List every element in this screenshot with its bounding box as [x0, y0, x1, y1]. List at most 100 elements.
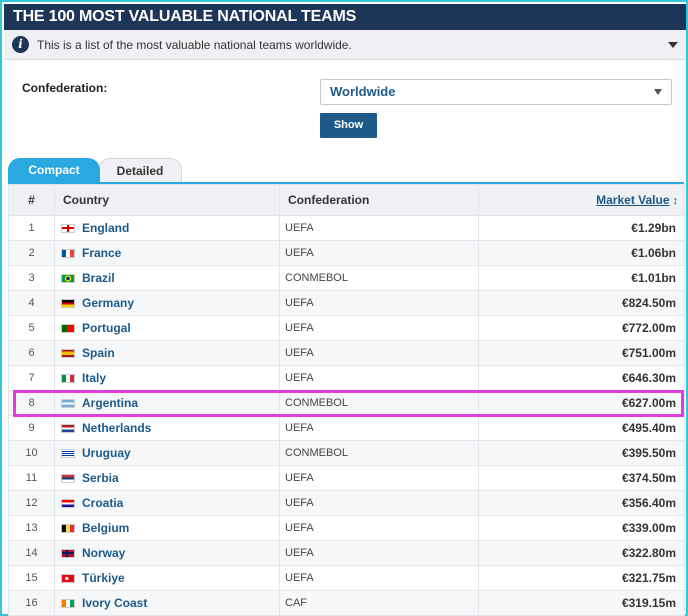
- table-row[interactable]: 6 Spain UEFA €751.00m: [8, 340, 685, 366]
- table-row[interactable]: 8 Argentina CONMEBOL €627.00m: [8, 390, 685, 416]
- table-row[interactable]: 4 Germany UEFA €824.50m: [8, 290, 685, 316]
- country-link[interactable]: Ivory Coast: [82, 596, 147, 610]
- country-link[interactable]: Norway: [82, 546, 125, 560]
- confederation-label: Confederation:: [22, 81, 108, 95]
- info-bar[interactable]: i This is a list of the most valuable na…: [4, 30, 686, 60]
- flag-icon: [61, 298, 75, 308]
- row-country[interactable]: Spain: [54, 340, 280, 366]
- country-link[interactable]: Portugal: [82, 321, 131, 335]
- row-confederation: CONMEBOL: [279, 390, 479, 416]
- country-link[interactable]: Türkiye: [82, 571, 125, 585]
- row-rank: 15: [8, 565, 55, 591]
- flag-icon: [61, 473, 75, 483]
- flag-icon: [61, 398, 75, 408]
- row-rank: 14: [8, 540, 55, 566]
- row-country[interactable]: Italy: [54, 365, 280, 391]
- row-country[interactable]: Serbia: [54, 465, 280, 491]
- row-country[interactable]: Brazil: [54, 265, 280, 291]
- country-link[interactable]: Serbia: [82, 471, 119, 485]
- sort-icon[interactable]: ↕: [673, 195, 679, 207]
- table-row[interactable]: 11 Serbia UEFA €374.50m: [8, 465, 685, 491]
- table-row[interactable]: 16 Ivory Coast CAF €319.15m: [8, 590, 685, 616]
- table-body: 1 England UEFA €1.29bn 2 France UEFA €1.06bn 3 Br…: [8, 215, 685, 616]
- row-country[interactable]: France: [54, 240, 280, 266]
- chevron-down-icon[interactable]: [668, 42, 678, 48]
- country-link[interactable]: France: [82, 246, 121, 260]
- table-row[interactable]: 3 Brazil CONMEBOL €1.01bn: [8, 265, 685, 291]
- table-row[interactable]: 12 Croatia UEFA €356.40m: [8, 490, 685, 516]
- table-header-row: # Country Confederation Market Value ↕: [8, 184, 685, 216]
- header-rank: #: [8, 184, 55, 216]
- flag-icon: [61, 573, 75, 583]
- row-confederation: UEFA: [279, 315, 479, 341]
- sort-market-value-link[interactable]: Market Value: [596, 193, 669, 207]
- flag-icon: [61, 273, 75, 283]
- country-link[interactable]: Germany: [82, 296, 134, 310]
- tab-compact[interactable]: Compact: [8, 158, 100, 183]
- country-link[interactable]: Netherlands: [82, 421, 151, 435]
- table-row[interactable]: 1 England UEFA €1.29bn: [8, 215, 685, 241]
- header-market-value[interactable]: Market Value ↕: [478, 184, 685, 216]
- row-confederation: CAF: [279, 590, 479, 616]
- row-rank: 4: [8, 290, 55, 316]
- row-market-value: €646.30m: [478, 365, 685, 391]
- row-country[interactable]: Netherlands: [54, 415, 280, 441]
- row-rank: 3: [8, 265, 55, 291]
- row-confederation: UEFA: [279, 415, 479, 441]
- row-country[interactable]: Argentina: [54, 390, 280, 416]
- country-link[interactable]: England: [82, 221, 129, 235]
- tab-detailed[interactable]: Detailed: [98, 158, 182, 183]
- row-confederation: UEFA: [279, 540, 479, 566]
- row-country[interactable]: Portugal: [54, 315, 280, 341]
- row-country[interactable]: Norway: [54, 540, 280, 566]
- view-tabs: Detailed Compact: [8, 158, 684, 183]
- row-market-value: €1.01bn: [478, 265, 685, 291]
- row-country[interactable]: Türkiye: [54, 565, 280, 591]
- row-confederation: UEFA: [279, 240, 479, 266]
- row-country[interactable]: Croatia: [54, 490, 280, 516]
- country-link[interactable]: Brazil: [82, 271, 115, 285]
- table-row[interactable]: 14 Norway UEFA €322.80m: [8, 540, 685, 566]
- row-rank: 7: [8, 365, 55, 391]
- row-market-value: €824.50m: [478, 290, 685, 316]
- row-confederation: UEFA: [279, 215, 479, 241]
- row-country[interactable]: Germany: [54, 290, 280, 316]
- row-country[interactable]: England: [54, 215, 280, 241]
- table-row[interactable]: 7 Italy UEFA €646.30m: [8, 365, 685, 391]
- country-link[interactable]: Belgium: [82, 521, 129, 535]
- table-row[interactable]: 2 France UEFA €1.06bn: [8, 240, 685, 266]
- row-country[interactable]: Uruguay: [54, 440, 280, 466]
- row-rank: 8: [8, 390, 55, 416]
- table-row[interactable]: 13 Belgium UEFA €339.00m: [8, 515, 685, 541]
- info-text: This is a list of the most valuable nati…: [37, 37, 352, 52]
- country-link[interactable]: Croatia: [82, 496, 123, 510]
- row-market-value: €1.29bn: [478, 215, 685, 241]
- row-country[interactable]: Belgium: [54, 515, 280, 541]
- row-country[interactable]: Ivory Coast: [54, 590, 280, 616]
- table-row[interactable]: 9 Netherlands UEFA €495.40m: [8, 415, 685, 441]
- info-icon: i: [12, 36, 29, 53]
- row-rank: 1: [8, 215, 55, 241]
- country-link[interactable]: Spain: [82, 346, 115, 360]
- country-link[interactable]: Uruguay: [82, 446, 131, 460]
- table-row[interactable]: 5 Portugal UEFA €772.00m: [8, 315, 685, 341]
- table-row[interactable]: 15 Türkiye UEFA €321.75m: [8, 565, 685, 591]
- row-market-value: €356.40m: [478, 490, 685, 516]
- show-button[interactable]: Show: [320, 113, 377, 138]
- confederation-select[interactable]: Worldwide: [320, 79, 672, 105]
- flag-icon: [61, 523, 75, 533]
- row-confederation: UEFA: [279, 365, 479, 391]
- row-confederation: UEFA: [279, 565, 479, 591]
- country-link[interactable]: Argentina: [82, 396, 138, 410]
- window-frame: THE 100 MOST VALUABLE NATIONAL TEAMS i T…: [0, 0, 688, 616]
- confederation-select-value: Worldwide: [330, 84, 396, 99]
- teams-table: # Country Confederation Market Value ↕ 1 E…: [8, 184, 685, 616]
- header-confederation: Confederation: [279, 184, 479, 216]
- flag-icon: [61, 548, 75, 558]
- table-row[interactable]: 10 Uruguay CONMEBOL €395.50m: [8, 440, 685, 466]
- row-confederation: CONMEBOL: [279, 265, 479, 291]
- country-link[interactable]: Italy: [82, 371, 106, 385]
- row-market-value: €772.00m: [478, 315, 685, 341]
- row-market-value: €495.40m: [478, 415, 685, 441]
- flag-icon: [61, 498, 75, 508]
